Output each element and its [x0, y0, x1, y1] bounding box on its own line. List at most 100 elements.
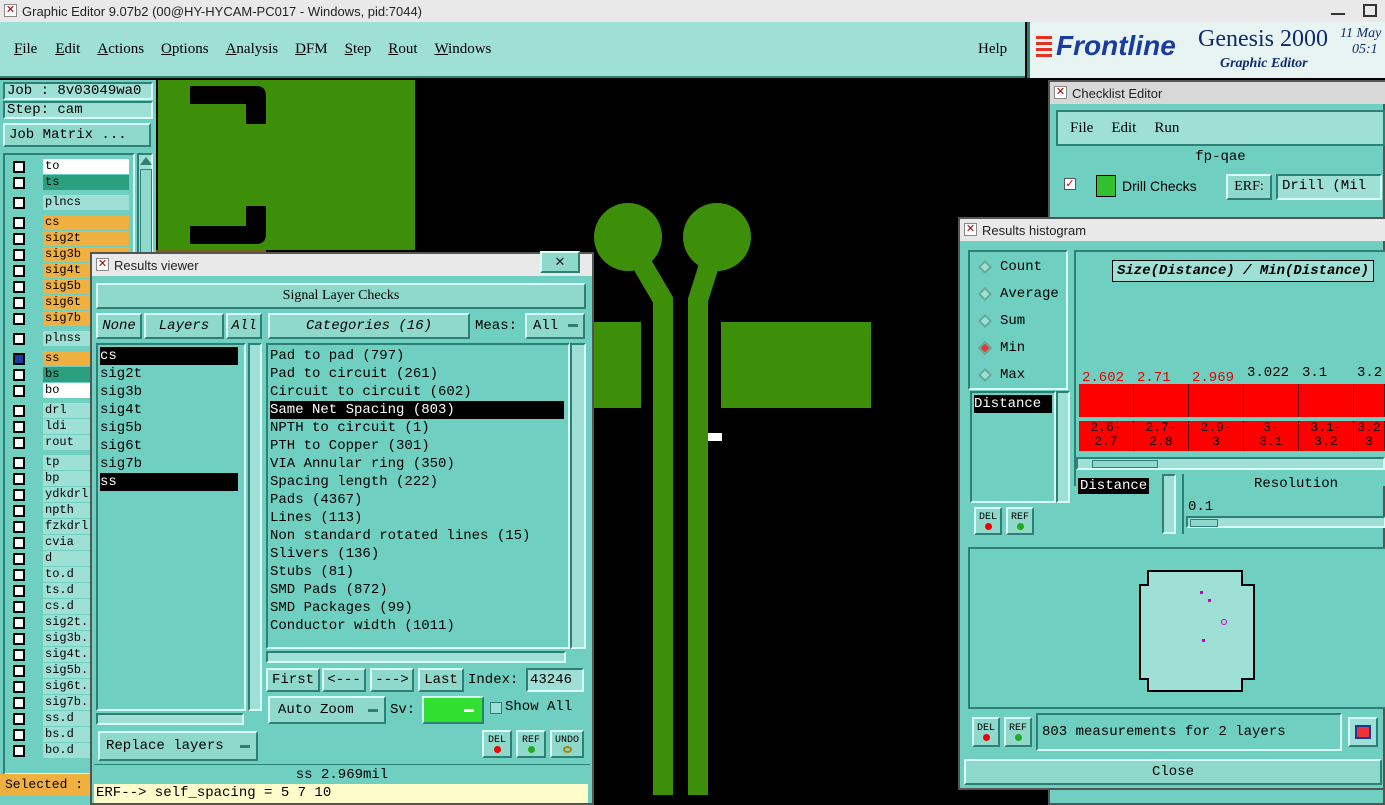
layer-row[interactable]: plncs: [11, 195, 129, 210]
metric-list[interactable]: Distance: [970, 391, 1056, 503]
layer-checkbox[interactable]: [13, 552, 25, 565]
layer-name[interactable]: ts: [43, 175, 129, 190]
layer-row[interactable]: to: [11, 159, 129, 174]
result-layer-item[interactable]: cs: [100, 347, 238, 365]
drill-checks-label[interactable]: Drill Checks: [1122, 178, 1197, 194]
layer-checkbox[interactable]: [13, 248, 25, 261]
preview-del-button[interactable]: DEL: [972, 717, 1000, 747]
replace-layers-button[interactable]: Replace layers: [98, 731, 258, 761]
layer-checkbox[interactable]: [13, 420, 25, 433]
layer-checkbox[interactable]: [13, 332, 25, 345]
layer-checkbox[interactable]: [13, 632, 25, 645]
result-layer-item[interactable]: sig6t: [100, 437, 238, 455]
result-layer-item[interactable]: sig7b: [100, 455, 238, 473]
results-layer-list[interactable]: cs sig2t sig3b sig4t sig5b sig6t sig7b ss: [96, 343, 246, 711]
mode-radio-average[interactable]: Average: [974, 281, 1059, 307]
histogram-scroll-thumb[interactable]: [1092, 460, 1158, 468]
erf-value[interactable]: Drill (Mil: [1276, 174, 1382, 200]
zoom-window-button[interactable]: [1348, 717, 1378, 747]
category-item[interactable]: SMD Packages (99): [270, 599, 568, 617]
layer-checkbox[interactable]: [13, 196, 25, 209]
job-matrix-button[interactable]: Job Matrix ...: [3, 123, 151, 147]
layer-checkbox[interactable]: [13, 680, 25, 693]
menu-actions[interactable]: Actions: [97, 41, 144, 58]
last-button[interactable]: Last: [418, 668, 464, 692]
layer-checkbox[interactable]: [13, 216, 25, 229]
menu-rout[interactable]: Rout: [388, 41, 417, 58]
metric-list-scrollbar[interactable]: [1056, 391, 1070, 503]
menu-options[interactable]: Options: [161, 41, 209, 58]
index-input[interactable]: 43246: [526, 668, 584, 692]
layer-checkbox[interactable]: [13, 584, 25, 597]
result-layer-item[interactable]: sig5b: [100, 419, 238, 437]
mode-radio-count[interactable]: Count: [974, 254, 1042, 280]
erf-button[interactable]: ERF:: [1226, 174, 1272, 200]
layer-checkbox[interactable]: [13, 368, 25, 381]
category-item[interactable]: Pad to pad (797): [270, 347, 568, 365]
all-button[interactable]: All: [226, 313, 262, 339]
layer-list-hscroll[interactable]: [96, 713, 244, 725]
category-item[interactable]: Pads (4367): [270, 491, 568, 509]
categories-button[interactable]: Categories (16): [268, 313, 470, 339]
layer-checkbox[interactable]: [13, 536, 25, 549]
undo-button[interactable]: UNDO: [550, 730, 584, 758]
metric-item[interactable]: Distance: [974, 395, 1052, 413]
show-all-checkbox[interactable]: [490, 702, 502, 714]
mode-radio-min[interactable]: Min: [974, 335, 1025, 361]
preview-ref-button[interactable]: REF: [1004, 717, 1032, 747]
category-item[interactable]: Circuit to circuit (602): [270, 383, 568, 401]
category-item[interactable]: Non standard rotated lines (15): [270, 527, 568, 545]
menu-dfm[interactable]: DFM: [295, 41, 328, 58]
help-menu[interactable]: Help: [978, 41, 1007, 58]
prev-button[interactable]: <---: [322, 668, 366, 692]
layer-row[interactable]: sig2t: [11, 231, 129, 246]
checklist-menu-file[interactable]: File: [1070, 120, 1093, 137]
category-item[interactable]: Slivers (136): [270, 545, 568, 563]
next-button[interactable]: --->: [370, 668, 414, 692]
layer-name[interactable]: plncs: [43, 195, 129, 210]
layer-checkbox[interactable]: [13, 296, 25, 309]
checklist-menu-run[interactable]: Run: [1154, 120, 1179, 137]
location-preview[interactable]: [968, 547, 1385, 709]
layer-checkbox[interactable]: [13, 176, 25, 189]
layer-checkbox[interactable]: [13, 712, 25, 725]
result-layer-item[interactable]: ss: [100, 473, 238, 491]
resolution-slider-thumb[interactable]: [1190, 519, 1218, 527]
layer-checkbox[interactable]: [13, 436, 25, 449]
auto-zoom-button[interactable]: Auto Zoom: [268, 696, 386, 724]
layer-list-vscroll[interactable]: [248, 343, 262, 711]
layer-checkbox[interactable]: [13, 384, 25, 397]
layer-checkbox[interactable]: [13, 488, 25, 501]
ref-button[interactable]: REF: [516, 730, 546, 758]
category-item[interactable]: PTH to Copper (301): [270, 437, 568, 455]
layer-checkbox[interactable]: [13, 744, 25, 757]
category-list-vscroll[interactable]: [570, 343, 586, 649]
layer-checkbox[interactable]: [13, 648, 25, 661]
category-item[interactable]: Spacing length (222): [270, 473, 568, 491]
menu-file[interactable]: File: [14, 41, 37, 58]
menu-edit[interactable]: Edit: [55, 41, 80, 58]
layer-checkbox[interactable]: [13, 472, 25, 485]
hist-ref-button[interactable]: REF: [1006, 507, 1034, 535]
category-item[interactable]: Stubs (81): [270, 563, 568, 581]
layer-checkbox[interactable]: [13, 232, 25, 245]
layer-checkbox[interactable]: [13, 160, 25, 173]
first-button[interactable]: First: [266, 668, 320, 692]
mode-radio-max[interactable]: Max: [974, 362, 1025, 388]
minimize-icon[interactable]: [1331, 13, 1345, 15]
layer-checkbox[interactable]: [13, 352, 25, 365]
layer-checkbox[interactable]: [13, 520, 25, 533]
category-item[interactable]: VIA Annular ring (350): [270, 455, 568, 473]
hist-del-button[interactable]: DEL: [974, 507, 1002, 535]
results-viewer-close-button[interactable]: ✕: [540, 251, 580, 273]
drill-checks-checkbox[interactable]: ✓: [1064, 178, 1076, 190]
layer-checkbox[interactable]: [13, 600, 25, 613]
category-item[interactable]: SMD Pads (872): [270, 581, 568, 599]
layer-checkbox[interactable]: [13, 264, 25, 277]
layer-checkbox[interactable]: [13, 664, 25, 677]
scroll-up-icon[interactable]: [140, 157, 152, 165]
del-button[interactable]: DEL: [482, 730, 512, 758]
category-item[interactable]: Lines (113): [270, 509, 568, 527]
none-button[interactable]: None: [96, 313, 142, 339]
layer-checkbox[interactable]: [13, 312, 25, 325]
